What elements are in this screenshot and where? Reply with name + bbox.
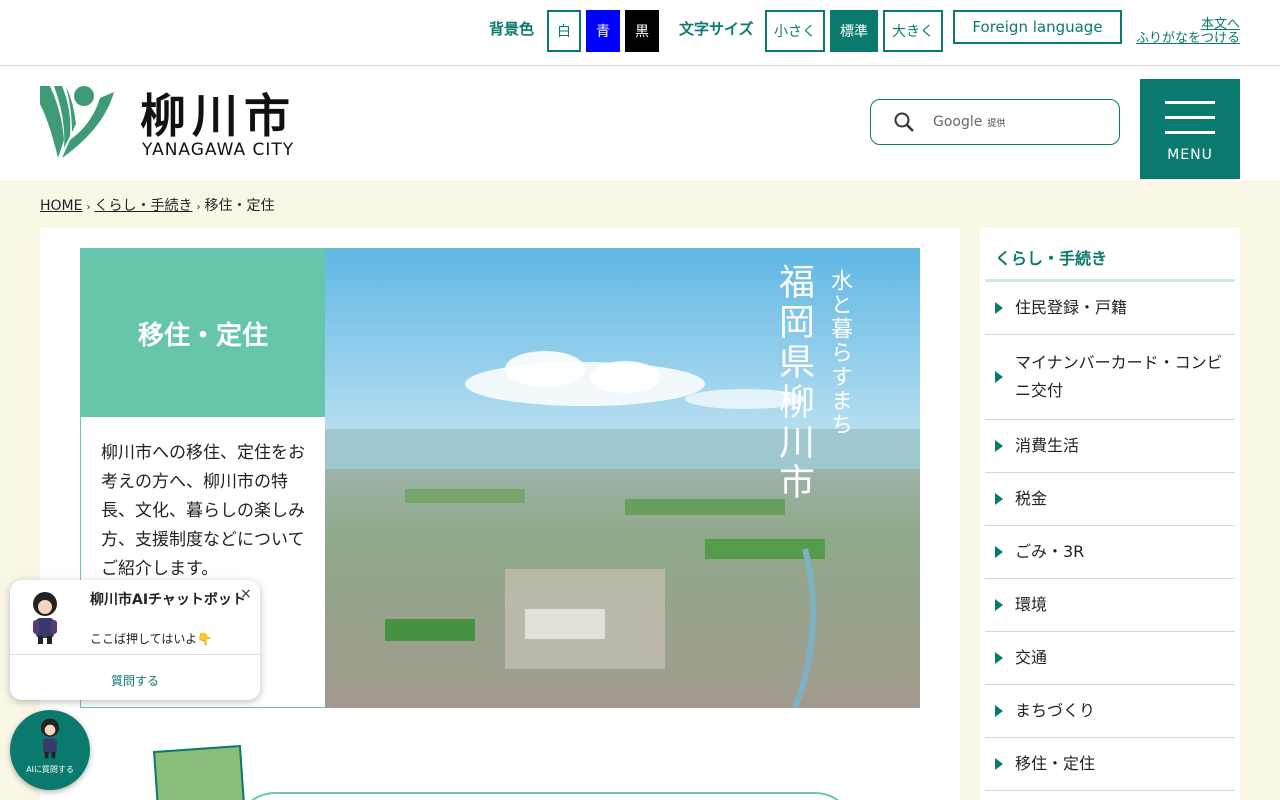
accessibility-links: 本文へ ふりがなをつける <box>1136 18 1240 46</box>
furigana-link[interactable]: ふりがなをつける <box>1136 32 1240 46</box>
logo-subtitle: YANAGAWA CITY <box>142 140 295 160</box>
sidebar: くらし・手続き 住民登録・戸籍 マイナンバーカード・コンビニ交付 消費生活 税金… <box>980 228 1240 800</box>
font-large-button[interactable]: 大きく <box>883 10 943 52</box>
triangle-right-icon <box>995 599 1003 611</box>
font-size-label: 文字サイズ <box>679 20 754 38</box>
sidebar-title[interactable]: くらし・手続き <box>995 245 1107 269</box>
chatbot-title: 柳川市AIチャットボット <box>90 592 246 608</box>
sidebar-item-mynumber[interactable]: マイナンバーカード・コンビニ交付 <box>985 335 1235 420</box>
font-standard-button[interactable]: 標準 <box>830 10 878 52</box>
bg-white-button[interactable]: 白 <box>547 10 581 52</box>
triangle-right-icon <box>995 493 1003 505</box>
breadcrumb-home[interactable]: HOME <box>40 198 82 214</box>
search-placeholder: Google <box>933 114 983 130</box>
hero-vertical-tagline: 水と暮らすまち <box>827 269 852 437</box>
sidebar-item-resident-registration[interactable]: 住民登録・戸籍 <box>985 282 1235 335</box>
bg-blue-button[interactable]: 青 <box>586 10 620 52</box>
sidebar-item-transport[interactable]: 交通 <box>985 632 1235 685</box>
skip-to-content-link[interactable]: 本文へ <box>1136 18 1240 32</box>
chatbot-fab-label: AIに質問する <box>26 765 74 774</box>
triangle-right-icon <box>995 302 1003 314</box>
bg-black-button[interactable]: 黒 <box>625 10 659 52</box>
triangle-right-icon <box>995 652 1003 664</box>
section-frame <box>235 792 855 800</box>
chatbot-popup[interactable]: 柳川市AIチャットボット ここば押してはいよ👇 × 質問する <box>10 580 260 700</box>
page-title: 移住・定住 <box>81 249 325 417</box>
menu-label: MENU <box>1167 147 1213 163</box>
aerial-city-photo: 福岡県柳川市 水と暮らすまち <box>325 249 920 708</box>
search-box[interactable]: Google 提供 <box>870 99 1120 145</box>
breadcrumb-category[interactable]: くらし・手続き <box>94 198 192 214</box>
sidebar-item-relocation[interactable]: 移住・定住 <box>985 738 1235 791</box>
menu-icon <box>1165 101 1215 104</box>
foreign-language-button[interactable]: Foreign language <box>953 10 1122 44</box>
sidebar-item-environment[interactable]: 環境 <box>985 579 1235 632</box>
sidebar-item-tax[interactable]: 税金 <box>985 473 1235 526</box>
menu-button[interactable]: MENU <box>1140 79 1240 179</box>
sidebar-item-garbage[interactable]: ごみ・3R <box>985 526 1235 579</box>
triangle-right-icon <box>995 705 1003 717</box>
breadcrumb-current: 移住・定住 <box>204 198 275 214</box>
hero-description: 柳川市への移住、定住をお考えの方へ、柳川市の特長、文化、暮らしの楽しみ方、支援制… <box>101 443 305 579</box>
city-logo-icon[interactable] <box>40 84 114 158</box>
sidebar-item-town-planning[interactable]: まちづくり <box>985 685 1235 738</box>
utility-bar: 背景色 白 青 黒 文字サイズ 小さく 標準 大きく Foreign langu… <box>0 0 1280 66</box>
chatbot-fab-button[interactable]: AIに質問する <box>10 710 90 790</box>
close-icon[interactable]: × <box>240 586 252 602</box>
breadcrumb: HOME › くらし・手続き › 移住・定住 <box>40 198 275 214</box>
search-input[interactable]: Google 提供 <box>933 114 1005 130</box>
chatbot-avatar-icon <box>33 592 57 644</box>
chatbot-ask-button[interactable]: 質問する <box>10 672 260 689</box>
chatbot-message: ここば押してはいよ👇 <box>90 632 213 646</box>
triangle-right-icon <box>995 371 1003 383</box>
guidebook-thumbnail[interactable] <box>153 745 245 800</box>
search-icon[interactable] <box>893 111 915 133</box>
triangle-right-icon <box>995 758 1003 770</box>
search-provider: 提供 <box>987 119 1006 129</box>
logo-title[interactable]: 柳川市 <box>140 80 296 146</box>
triangle-right-icon <box>995 440 1003 452</box>
hero-vertical-title: 福岡県柳川市 <box>773 263 814 503</box>
font-small-button[interactable]: 小さく <box>765 10 825 52</box>
sidebar-item-consumer-life[interactable]: 消費生活 <box>985 420 1235 473</box>
triangle-right-icon <box>995 546 1003 558</box>
site-header: 柳川市 YANAGAWA CITY Google 提供 MENU <box>0 66 1280 180</box>
bg-color-label: 背景色 <box>489 20 535 38</box>
chatbot-fab-avatar-icon <box>40 718 60 759</box>
